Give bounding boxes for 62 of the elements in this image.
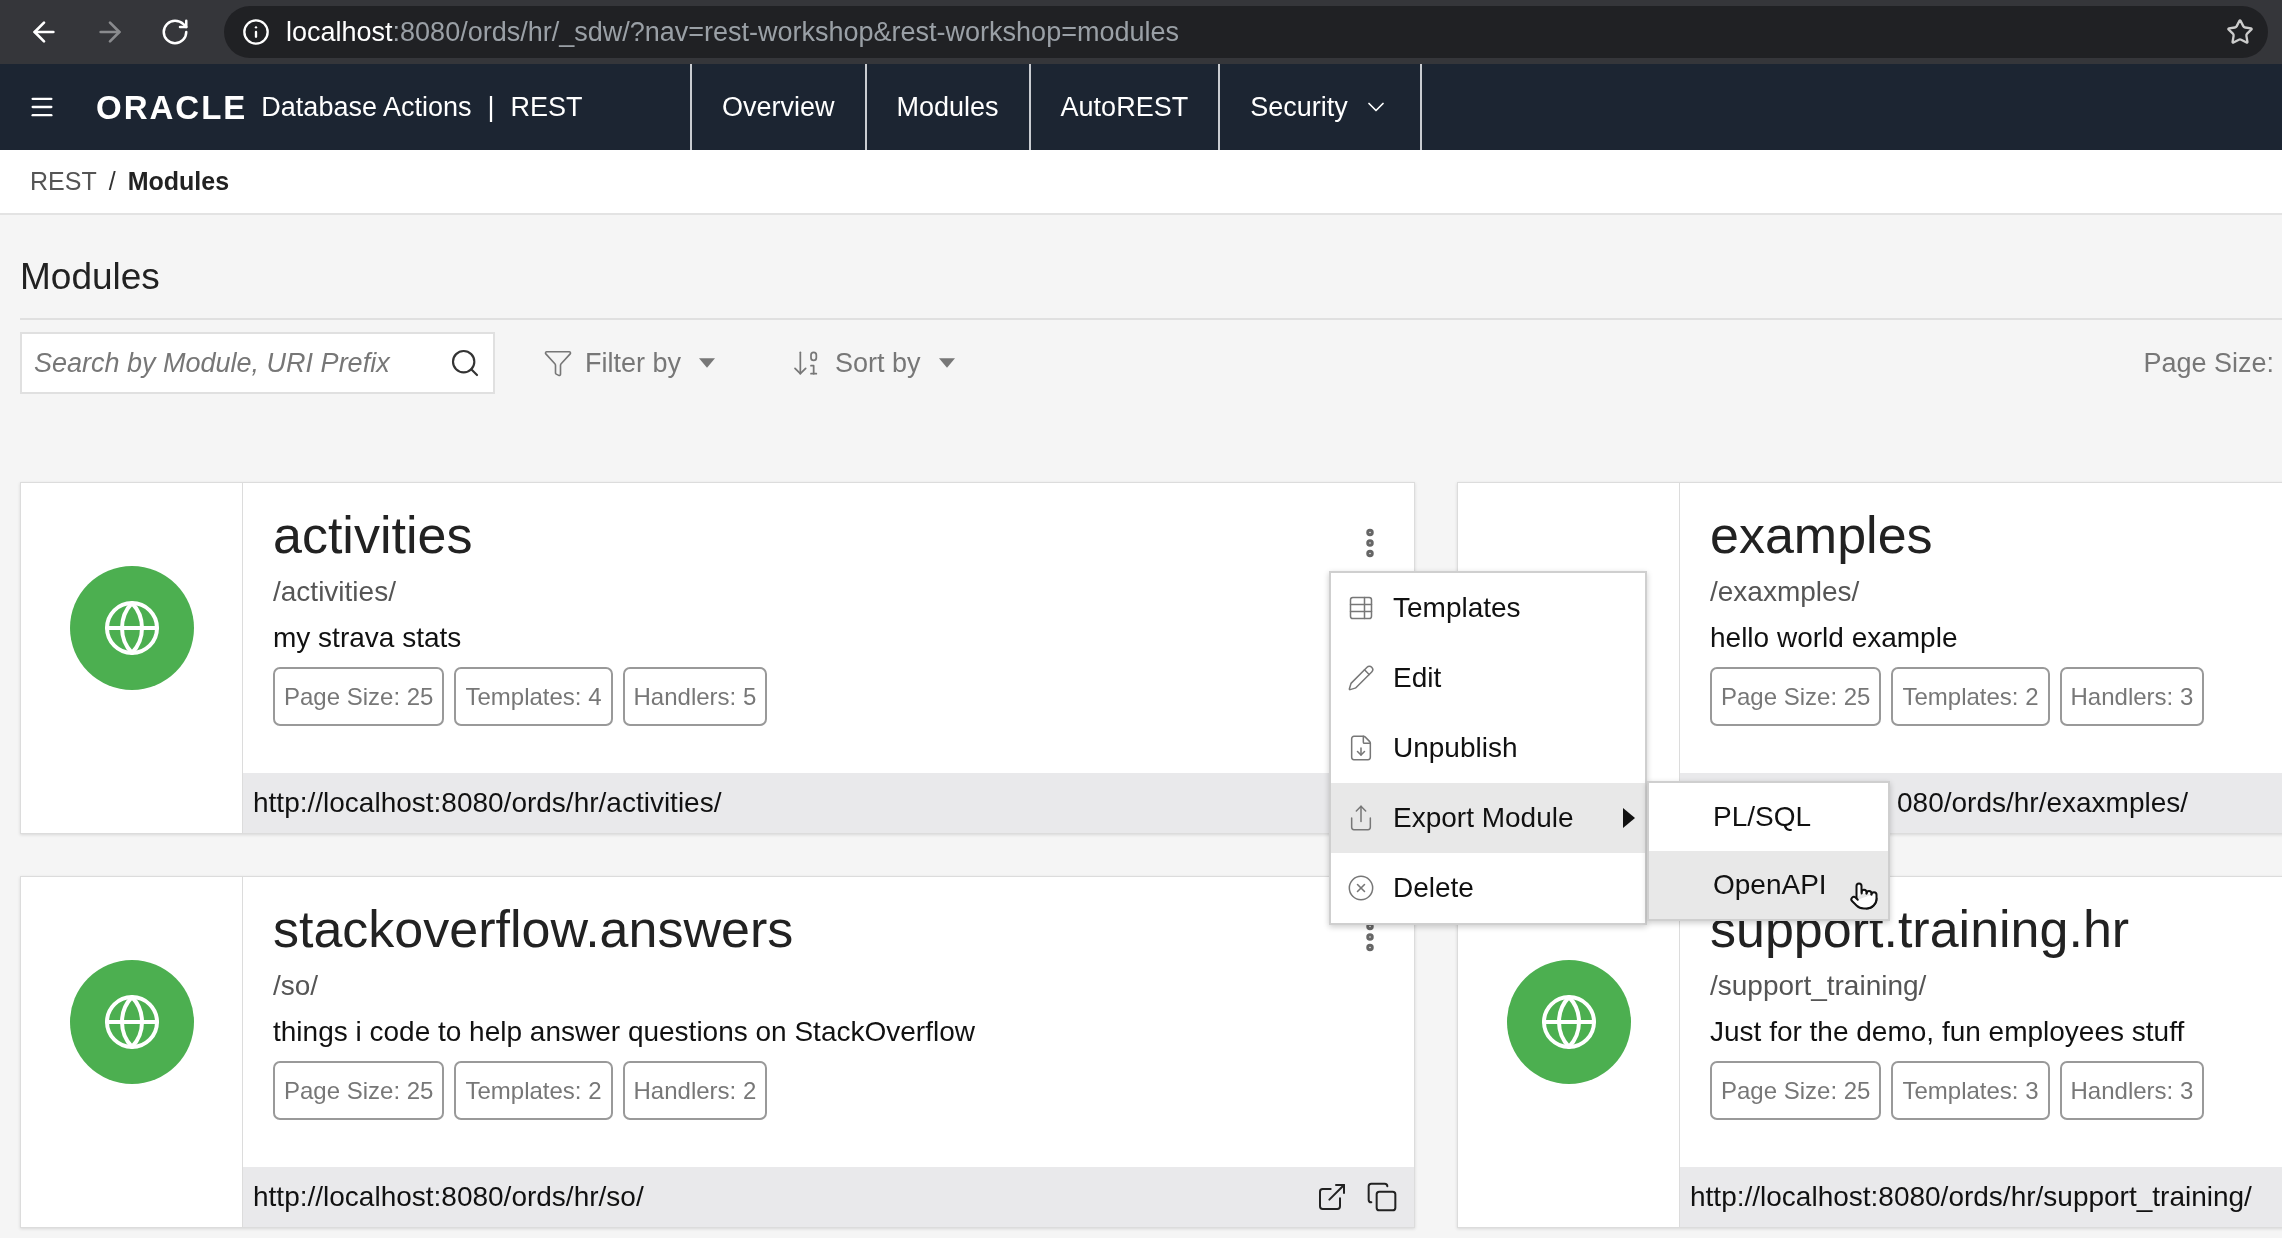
module-description: things i code to help answer questions on StackOverflow <box>273 1015 975 1049</box>
hand-cursor-icon <box>1849 881 1879 911</box>
uri-prefix: /activities/ <box>273 575 396 609</box>
count-badge: Page Size: 25 <box>273 667 445 726</box>
uri-prefix: /support_training/ <box>1710 969 1927 1003</box>
reload-icon[interactable] <box>160 17 190 47</box>
count-badge: Handlers: 3 <box>2059 1061 2205 1120</box>
menu-item[interactable]: Export Module <box>1331 783 1645 853</box>
count-badge: Templates: 4 <box>454 667 613 726</box>
brand-logo: ORACLE <box>96 90 248 124</box>
menu-item[interactable]: Delete <box>1331 853 1645 923</box>
count-badge: Templates: 2 <box>1891 667 2050 726</box>
module-description: hello world example <box>1710 621 1958 655</box>
module-name: examples <box>1710 505 1933 565</box>
module-description: my strava stats <box>273 621 462 655</box>
address-bar[interactable]: localhost:8080/ords/hr/_sdw/?nav=rest-workshop&rest-workshop=modules <box>224 6 2268 58</box>
open-link-icon[interactable] <box>1316 1181 1348 1213</box>
module-url[interactable]: 080/ords/hr/exaxmples/ <box>1897 782 2189 824</box>
search-field[interactable]: Search by Module, URI Prefix <box>20 332 495 394</box>
module-url[interactable]: http://localhost:8080/ords/hr/so/ <box>253 1176 644 1218</box>
uri-prefix: /exaxmples/ <box>1710 575 1860 609</box>
uri-prefix: /so/ <box>273 969 319 1003</box>
module-url[interactable]: http://localhost:8080/ords/hr/support_training/ <box>1690 1176 2252 1218</box>
filter-icon <box>543 348 573 378</box>
dropdown-triangle-icon <box>699 358 716 368</box>
search-icon[interactable] <box>449 347 481 379</box>
filter-button[interactable]: Filter by <box>543 342 716 384</box>
count-badge: Page Size: 25 <box>1710 667 1882 726</box>
delete-icon <box>1347 874 1375 902</box>
breadcrumb-item: Modules <box>127 165 230 197</box>
count-badge: Templates: 2 <box>454 1061 613 1120</box>
module-url[interactable]: http://localhost:8080/ords/hr/activities/ <box>253 782 722 824</box>
menu-item[interactable]: Templates <box>1331 573 1645 643</box>
url-text: localhost:8080/ords/hr/_sdw/?nav=rest-workshop&rest-workshop=modules <box>286 15 1179 49</box>
submenu-item[interactable]: OpenAPI <box>1649 851 1888 919</box>
submenu-item[interactable]: PL/SQL <box>1649 783 1888 851</box>
module-description: Just for the demo, fun employees stuff <box>1710 1015 2185 1049</box>
pencil-icon <box>1347 664 1375 692</box>
section-name: REST <box>510 90 583 124</box>
count-badge: Templates: 3 <box>1891 1061 2050 1120</box>
menu-item[interactable]: Edit <box>1331 643 1645 713</box>
dropdown-triangle-icon <box>938 358 955 368</box>
module-name: activities <box>273 505 473 565</box>
breadcrumb-separator: / <box>108 165 116 197</box>
info-icon[interactable] <box>242 18 270 46</box>
copy-icon[interactable] <box>1366 1181 1398 1213</box>
count-badge: Handlers: 5 <box>622 667 768 726</box>
count-badge: Handlers: 3 <box>2059 667 2205 726</box>
menu-item[interactable]: Unpublish <box>1331 713 1645 783</box>
submenu-arrow-icon <box>1623 808 1635 828</box>
page-title: Modules <box>20 255 161 299</box>
title-separator: | <box>487 90 495 124</box>
count-badge: Page Size: 25 <box>1710 1061 1882 1120</box>
table-icon <box>1347 594 1375 622</box>
bookmark-star-icon[interactable] <box>2226 18 2254 46</box>
breadcrumb-item[interactable]: REST <box>30 162 97 201</box>
count-badge: Handlers: 2 <box>622 1061 768 1120</box>
page-size-label: Page Size: <box>2143 346 2274 380</box>
product-name: Database Actions <box>261 90 472 124</box>
module-name: stackoverflow.answers <box>273 899 794 959</box>
sort-button[interactable]: Sort by <box>791 342 955 384</box>
count-badge: Page Size: 25 <box>273 1061 445 1120</box>
